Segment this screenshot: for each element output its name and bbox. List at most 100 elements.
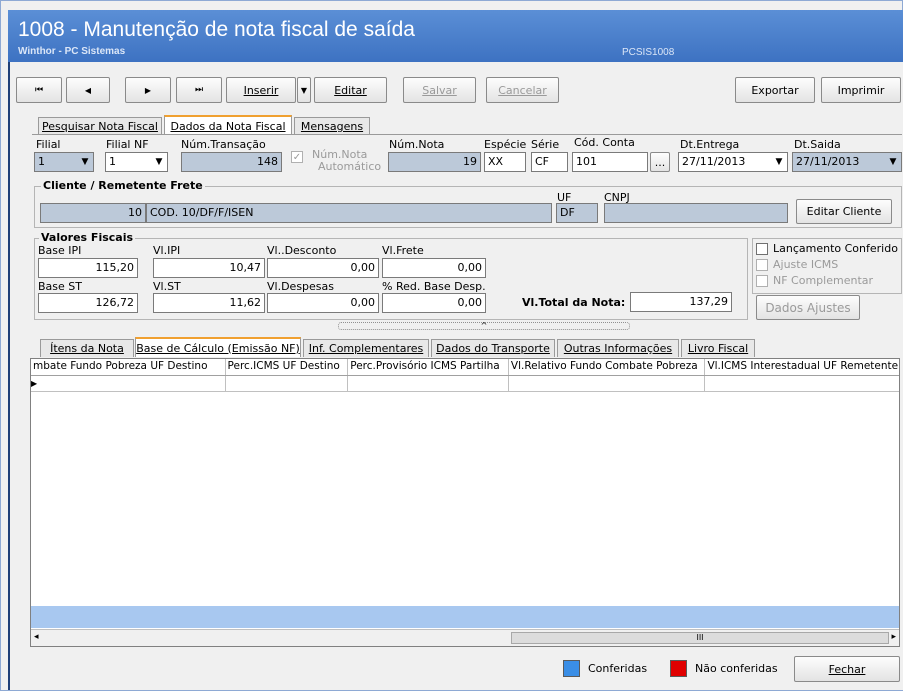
editar-cliente-label: Editar Cliente (806, 205, 882, 218)
inserir-label: Inserir (243, 83, 279, 97)
vl-ipi-label: Vl.IPI (153, 244, 181, 257)
tab-pesquisar-nota-fiscal[interactable]: Pesquisar Nota Fiscal (38, 117, 162, 135)
column-header[interactable]: Perc.Provisório ICMS Partilha (348, 359, 509, 375)
lancamento-conferido-checkbox[interactable]: Lançamento Conferido (756, 242, 898, 255)
tab-label: Dados do Transporte (436, 342, 550, 355)
tab-livro-fiscal[interactable]: Livro Fiscal (681, 339, 755, 357)
scroll-left-icon[interactable]: ◂ (34, 632, 39, 642)
filial-value: 1 (38, 155, 45, 168)
vl-despesas-label: Vl.Despesas (267, 280, 334, 293)
salvar-label: Salvar (422, 83, 457, 97)
especie-field[interactable]: XX (484, 152, 526, 172)
dt-saida-label: Dt.Saida (794, 138, 841, 151)
cancelar-button[interactable]: Cancelar (486, 77, 559, 103)
grip-icon: III (696, 633, 704, 642)
vl-desconto-field[interactable]: 0,00 (267, 258, 379, 278)
vl-desconto-label: Vl..Desconto (267, 244, 337, 257)
last-record-button[interactable]: ⏭ (176, 77, 222, 103)
tab-dados-da-nota-fiscal[interactable]: Dados da Nota Fiscal (164, 115, 292, 135)
dt-saida-picker[interactable]: 27/11/2013 ▼ (792, 152, 902, 172)
num-nota-label: Núm.Nota (389, 138, 445, 151)
fechar-button[interactable]: Fechar (794, 656, 900, 682)
num-nota-automatico-checkbox[interactable]: ✓ (291, 151, 308, 163)
chevron-up-icon: ^ (480, 321, 488, 330)
scroll-right-icon[interactable]: ▸ (891, 632, 896, 642)
vl-ipi-field[interactable]: 10,47 (153, 258, 265, 278)
tab-itens-da-nota[interactable]: Ítens da Nota (40, 339, 134, 357)
chevron-down-icon: ▼ (155, 157, 163, 167)
editar-button[interactable]: Editar (314, 77, 387, 103)
cod-conta-field[interactable]: 101 (572, 152, 648, 172)
cancelar-label: Cancelar (498, 83, 547, 97)
vl-st-field[interactable]: 11,62 (153, 293, 265, 313)
especie-label: Espécie (484, 138, 527, 151)
num-nota-field[interactable]: 19 (388, 152, 481, 172)
tab-label: Inf. Complementares (308, 342, 424, 355)
inserir-button[interactable]: Inserir (226, 77, 296, 103)
vl-despesas-field[interactable]: 0,00 (267, 293, 379, 313)
last-icon: ⏭ (194, 85, 204, 95)
filial-label: Filial (36, 138, 61, 151)
conferidas-swatch (563, 660, 580, 677)
cnpj-field[interactable] (604, 203, 788, 223)
ajuste-icms-label: Ajuste ICMS (773, 258, 839, 271)
check-icon: ✓ (291, 151, 303, 163)
exportar-label: Exportar (751, 83, 799, 97)
next-icon: ▶ (144, 85, 152, 95)
imprimir-button[interactable]: Imprimir (821, 77, 901, 103)
next-record-button[interactable]: ▶ (125, 77, 171, 103)
num-transacao-label: Núm.Transação (181, 138, 266, 151)
vl-st-label: Vl.ST (153, 280, 181, 293)
serie-field[interactable]: CF (531, 152, 568, 172)
ajuste-icms-checkbox[interactable]: Ajuste ICMS (756, 258, 838, 271)
red-base-desp-field[interactable]: 0,00 (382, 293, 486, 313)
inserir-dropdown-button[interactable]: ▼ (297, 77, 311, 103)
nf-complementar-checkbox[interactable]: NF Complementar (756, 274, 873, 287)
column-header[interactable]: Vl.ICMS Interestadual UF Remetente (705, 359, 899, 375)
cliente-name-field[interactable]: COD. 10/DF/F/ISEN (146, 203, 552, 223)
checkbox-box (756, 274, 768, 287)
exportar-button[interactable]: Exportar (735, 77, 815, 103)
chevron-down-icon: ▼ (300, 85, 308, 95)
previous-icon: ◀ (84, 85, 92, 95)
scrollbar-thumb[interactable]: III (511, 632, 889, 644)
dados-ajustes-button[interactable]: Dados Ajustes (756, 295, 860, 320)
previous-record-button[interactable]: ◀ (66, 77, 110, 103)
column-header[interactable]: mbate Fundo Pobreza UF Destino (31, 359, 226, 375)
salvar-button[interactable]: Salvar (403, 77, 476, 103)
tab-label: Outras Informações (563, 342, 673, 355)
tab-base-de-calculo[interactable]: Base de Cálculo (Emissão NF) (135, 337, 301, 357)
vl-total-label: Vl.Total da Nota: (522, 296, 626, 309)
tab-outras-informacoes[interactable]: Outras Informações (557, 339, 679, 357)
filial-nf-select[interactable]: 1 ▼ (105, 152, 168, 172)
base-st-label: Base ST (38, 280, 82, 293)
tab-inf-complementares[interactable]: Inf. Complementares (303, 339, 429, 357)
editar-cliente-button[interactable]: Editar Cliente (796, 199, 892, 224)
vl-total-field[interactable]: 137,29 (630, 292, 732, 312)
fechar-label: Fechar (828, 662, 866, 676)
cliente-code-field[interactable]: 10 (40, 203, 146, 223)
first-record-button[interactable]: ⏮ (16, 77, 62, 103)
uf-field[interactable]: DF (556, 203, 598, 223)
column-header[interactable]: Perc.ICMS UF Destino (226, 359, 349, 375)
tab-mensagens[interactable]: Mensagens (294, 117, 370, 135)
splitter-handle[interactable]: ^ (338, 322, 630, 330)
filial-select[interactable]: 1 ▼ (34, 152, 94, 172)
cod-conta-label: Cód. Conta (574, 136, 635, 149)
tab-dados-do-transporte[interactable]: Dados do Transporte (431, 339, 555, 357)
tab-divider (32, 134, 902, 135)
grid-header: mbate Fundo Pobreza UF Destino Perc.ICMS… (31, 359, 899, 376)
num-transacao-field[interactable]: 148 (181, 152, 282, 172)
data-grid[interactable]: mbate Fundo Pobreza UF Destino Perc.ICMS… (30, 358, 900, 647)
column-header[interactable]: Vl.Relativo Fundo Combate Pobreza (509, 359, 706, 375)
dt-entrega-picker[interactable]: 27/11/2013 ▼ (678, 152, 788, 172)
chevron-down-icon: ▼ (775, 157, 783, 167)
tab-label: Mensagens (300, 120, 364, 133)
base-st-field[interactable]: 126,72 (38, 293, 138, 313)
cod-conta-lookup-button[interactable]: ... (650, 152, 670, 172)
table-row[interactable]: ▶ (31, 376, 899, 392)
horizontal-scrollbar[interactable]: ◂ III ▸ (31, 629, 899, 646)
vl-frete-field[interactable]: 0,00 (382, 258, 486, 278)
conferidas-label: Conferidas (588, 662, 648, 675)
base-ipi-field[interactable]: 115,20 (38, 258, 138, 278)
